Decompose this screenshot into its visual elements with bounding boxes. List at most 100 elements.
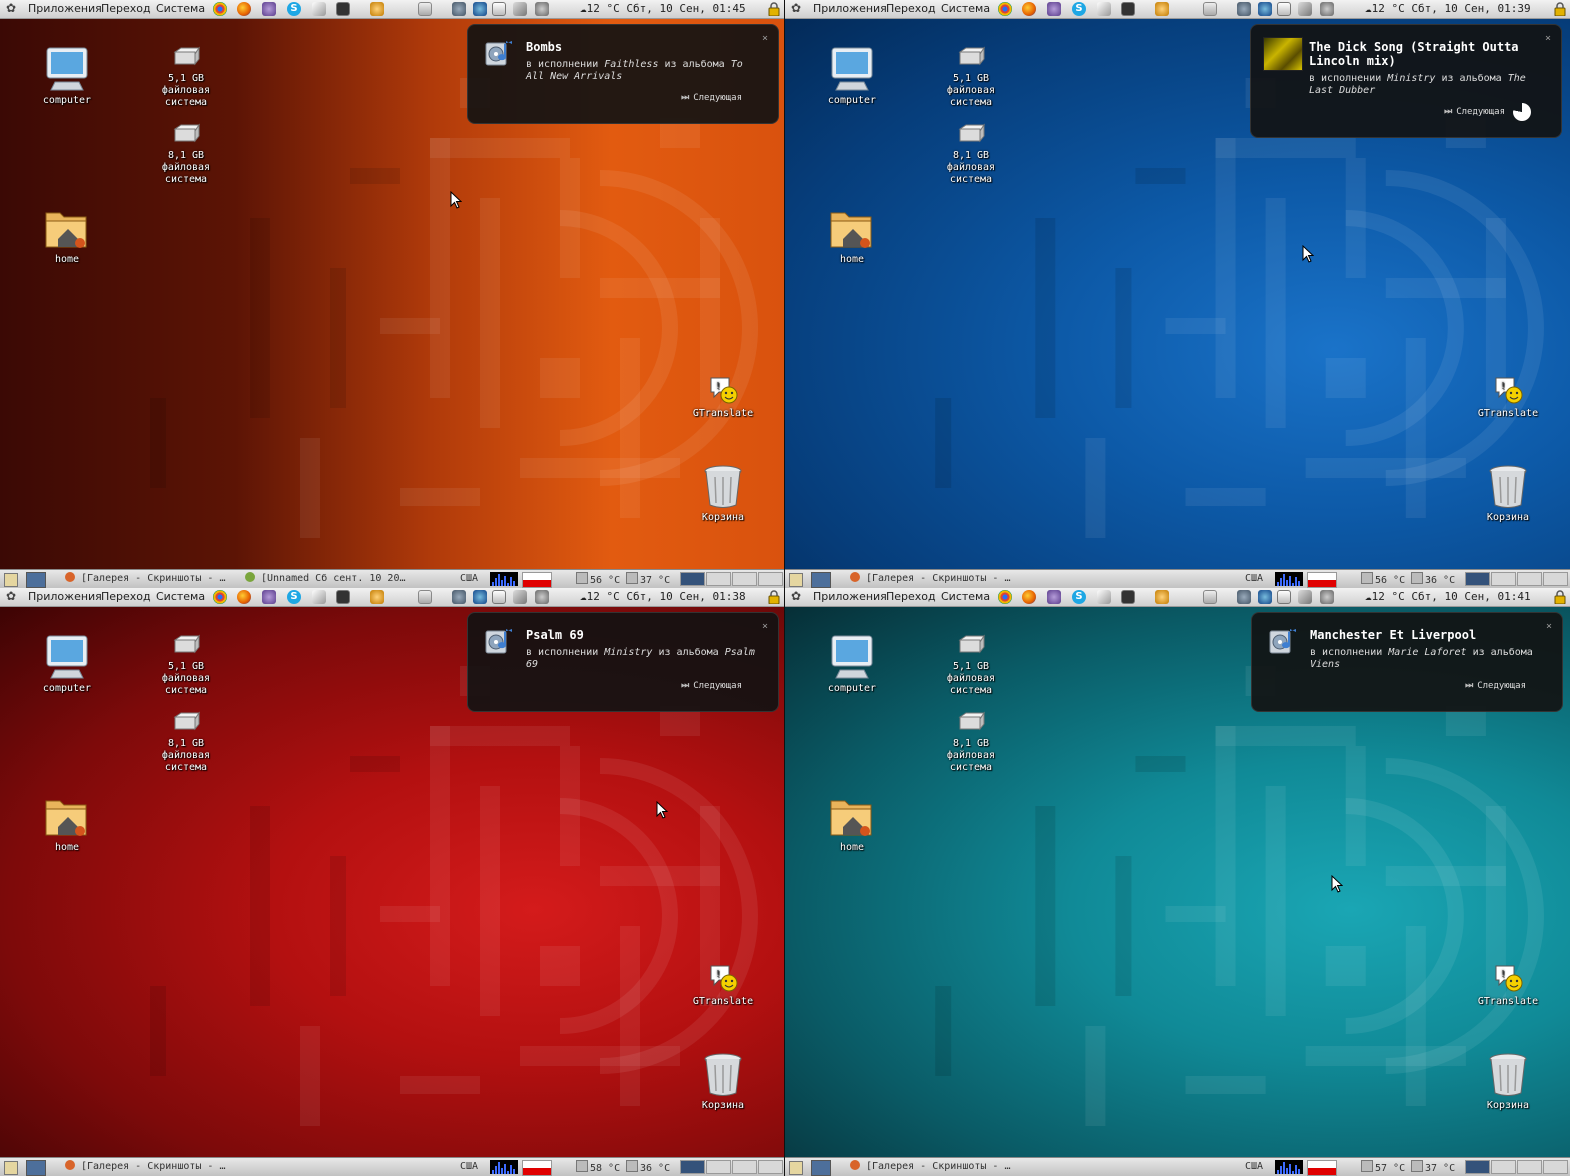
applications-menu[interactable]: Приложения	[813, 590, 887, 604]
filesystem-desktop-icon[interactable]: 5,1 GB файловая система	[146, 46, 226, 109]
show-desktop-icon[interactable]	[418, 590, 432, 604]
close-button[interactable]: ×	[1546, 621, 1552, 632]
workspace-2[interactable]	[706, 572, 731, 586]
workspace-4[interactable]	[758, 1160, 783, 1174]
filesystem-desktop-icon[interactable]: 8,1 GB файловая система	[931, 711, 1011, 774]
trash-desktop-icon[interactable]: Корзина	[1468, 463, 1548, 524]
hdd-temperature[interactable]: 36 °C	[1411, 572, 1455, 586]
app-launcher-icon[interactable]	[1155, 590, 1169, 604]
keyboard-layout-indicator[interactable]: США	[460, 1160, 478, 1174]
clipboard-icon[interactable]	[1277, 2, 1291, 16]
trash-desktop-icon[interactable]: Корзина	[683, 1051, 763, 1112]
clipboard-icon[interactable]	[492, 2, 506, 16]
next-track-button[interactable]: ⏭ Следующая	[1465, 681, 1526, 691]
tray-app-icon[interactable]	[1237, 2, 1251, 16]
filesystem-desktop-icon[interactable]: 5,1 GB файловая система	[931, 46, 1011, 109]
tray-misc-icon[interactable]	[1320, 2, 1334, 16]
computer-desktop-icon[interactable]: computer	[27, 634, 107, 695]
volume-icon[interactable]	[513, 590, 527, 604]
lock-icon[interactable]	[1554, 590, 1566, 605]
workspace-3[interactable]	[1517, 1160, 1542, 1174]
lock-icon[interactable]	[1554, 2, 1566, 17]
workspace-4[interactable]	[1543, 572, 1568, 586]
foot-logo-icon[interactable]: ✿	[6, 590, 19, 603]
tray-misc-icon[interactable]	[535, 590, 549, 604]
system-monitor-graph[interactable]	[1275, 1160, 1303, 1174]
skype-launcher-icon[interactable]: S	[1072, 2, 1086, 16]
terminal-launcher-icon[interactable]	[336, 590, 350, 604]
chrome-launcher-icon[interactable]	[213, 2, 227, 16]
workspace-1[interactable]	[680, 1160, 705, 1174]
filesystem-desktop-icon[interactable]: 8,1 GB файловая система	[931, 123, 1011, 186]
taskbar-window-button[interactable]: [Галерея - Скриншоты - …	[850, 572, 1020, 586]
window-selector-icon[interactable]	[26, 572, 46, 588]
system-menu[interactable]: Система	[156, 2, 205, 16]
gtranslate-desktop-icon[interactable]: ! GTranslate	[1468, 963, 1548, 1008]
layout-flag-icon[interactable]	[522, 1160, 552, 1176]
workspace-2[interactable]	[706, 1160, 731, 1174]
workspace-4[interactable]	[758, 572, 783, 586]
skype-launcher-icon[interactable]: S	[287, 590, 301, 604]
keyboard-layout-indicator[interactable]: США	[1245, 572, 1263, 586]
workspace-2[interactable]	[1491, 572, 1516, 586]
firefox-launcher-icon[interactable]	[1022, 2, 1036, 16]
editor-launcher-icon[interactable]	[1097, 2, 1111, 16]
foot-logo-icon[interactable]: ✿	[6, 2, 19, 15]
hdd-temperature[interactable]: 37 °C	[1411, 1160, 1455, 1174]
workspace-1[interactable]	[1465, 1160, 1490, 1174]
taskbar-window-button[interactable]: [Галерея - Скриншоты - …	[65, 1160, 235, 1174]
workspace-3[interactable]	[1517, 572, 1542, 586]
hdd-temperature[interactable]: 37 °C	[626, 572, 670, 586]
home-desktop-icon[interactable]: home	[27, 205, 107, 266]
cpu-temperature[interactable]: 56 °C	[1361, 572, 1405, 586]
lock-icon[interactable]	[768, 2, 780, 17]
tray-app-icon[interactable]	[452, 2, 466, 16]
chrome-launcher-icon[interactable]	[998, 590, 1012, 604]
computer-desktop-icon[interactable]: computer	[27, 46, 107, 107]
pidgin-launcher-icon[interactable]	[262, 2, 276, 16]
gtranslate-desktop-icon[interactable]: ! GTranslate	[1468, 375, 1548, 420]
tray-app-icon[interactable]	[1237, 590, 1251, 604]
volume-icon[interactable]	[1298, 590, 1312, 604]
track-notification[interactable]: Psalm 69 в исполнении Ministry из альбом…	[467, 612, 779, 712]
app-launcher-icon[interactable]	[1155, 2, 1169, 16]
taskbar-window-button[interactable]: [Unnamed Сб сент. 10 20…	[245, 572, 415, 586]
hdd-temperature[interactable]: 36 °C	[626, 1160, 670, 1174]
workspace-switcher[interactable]	[1465, 1160, 1569, 1174]
workspace-switcher[interactable]	[680, 572, 784, 586]
workspace-1[interactable]	[1465, 572, 1490, 586]
system-monitor-graph[interactable]	[490, 1160, 518, 1174]
volume-icon[interactable]	[1298, 2, 1312, 16]
close-button[interactable]: ×	[1545, 33, 1551, 44]
tray-misc-icon[interactable]	[535, 2, 549, 16]
editor-launcher-icon[interactable]	[1097, 590, 1111, 604]
places-menu[interactable]: Переход	[886, 590, 936, 604]
network-icon[interactable]	[473, 590, 487, 604]
terminal-launcher-icon[interactable]	[1121, 590, 1135, 604]
firefox-launcher-icon[interactable]	[237, 590, 251, 604]
track-notification[interactable]: Bombs в исполнении Faithless из альбома …	[467, 24, 779, 124]
system-menu[interactable]: Система	[941, 2, 990, 16]
show-desktop-icon[interactable]	[1203, 590, 1217, 604]
window-selector-icon[interactable]	[811, 1160, 831, 1176]
show-desktop-button[interactable]	[789, 1161, 803, 1175]
gtranslate-desktop-icon[interactable]: ! GTranslate	[683, 375, 763, 420]
clipboard-icon[interactable]	[492, 590, 506, 604]
applications-menu[interactable]: Приложения	[28, 590, 102, 604]
show-desktop-icon[interactable]	[418, 2, 432, 16]
cpu-temperature[interactable]: 56 °C	[576, 572, 620, 586]
workspace-2[interactable]	[1491, 1160, 1516, 1174]
chrome-launcher-icon[interactable]	[998, 2, 1012, 16]
applications-menu[interactable]: Приложения	[28, 2, 102, 16]
system-monitor-graph[interactable]	[1275, 572, 1303, 586]
skype-launcher-icon[interactable]: S	[287, 2, 301, 16]
foot-logo-icon[interactable]: ✿	[791, 590, 804, 603]
chrome-launcher-icon[interactable]	[213, 590, 227, 604]
editor-launcher-icon[interactable]	[312, 590, 326, 604]
network-icon[interactable]	[1258, 2, 1272, 16]
next-track-button[interactable]: ⏭ Следующая	[681, 93, 742, 103]
cpu-temperature[interactable]: 58 °C	[576, 1160, 620, 1174]
tray-app-icon[interactable]	[452, 590, 466, 604]
terminal-launcher-icon[interactable]	[1121, 2, 1135, 16]
filesystem-desktop-icon[interactable]: 5,1 GB файловая система	[931, 634, 1011, 697]
